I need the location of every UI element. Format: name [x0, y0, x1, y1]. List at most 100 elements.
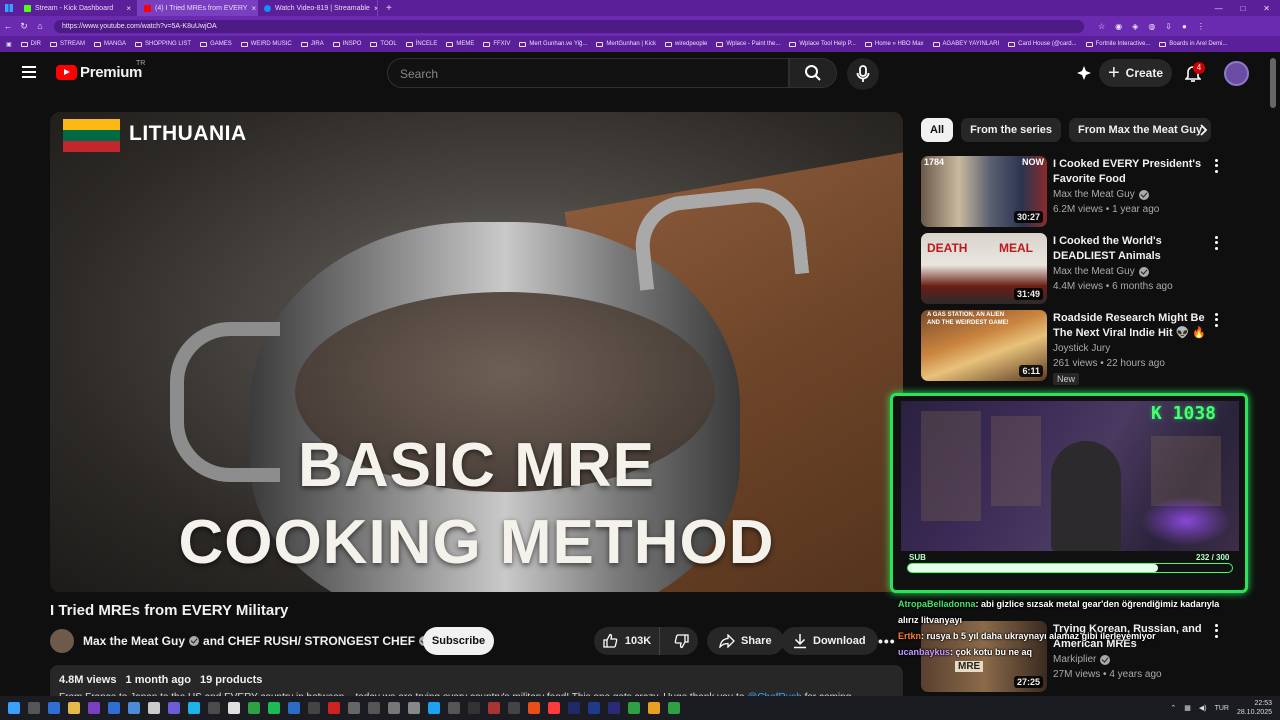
- close-window-button[interactable]: ✕: [1263, 4, 1270, 13]
- collab-channel-name[interactable]: and CHEF RUSH/ STRONGEST CHEF: [203, 634, 415, 648]
- dislike-button[interactable]: [666, 627, 698, 655]
- channel-name[interactable]: Max the Meat Guy: [83, 634, 185, 648]
- extension-icon[interactable]: ◈: [1132, 22, 1138, 31]
- reload-button[interactable]: ↻: [16, 21, 32, 32]
- back-button[interactable]: ←: [0, 21, 16, 31]
- more-vert-icon[interactable]: [1211, 158, 1221, 174]
- tab-youtube[interactable]: (4) I Tried MREs from EVERY ×: [138, 0, 258, 16]
- bookmark-item[interactable]: wiredpeople: [664, 41, 707, 47]
- video-title[interactable]: I Cooked EVERY President's Favorite Food: [1053, 157, 1213, 187]
- bookmark-item[interactable]: İNCELE: [405, 41, 437, 47]
- app-icon[interactable]: [108, 702, 120, 714]
- windows-menu-icon[interactable]: [0, 0, 18, 16]
- video-thumbnail[interactable]: A GAS STATION, AN ALIEN AND THE WEIRDEST…: [921, 310, 1047, 381]
- youtube-premium-logo[interactable]: Premium TR: [56, 60, 145, 81]
- task-view-icon[interactable]: [28, 702, 40, 714]
- bookmark-item[interactable]: Card House (@card...: [1008, 41, 1077, 47]
- file-explorer-icon[interactable]: [68, 702, 80, 714]
- url-input[interactable]: https://www.youtube.com/watch?v=5A-K8uUw…: [54, 19, 1084, 33]
- app-icon[interactable]: [308, 702, 320, 714]
- video-channel[interactable]: Max the Meat Guy: [1053, 266, 1149, 277]
- bookmark-item[interactable]: Boards in Arel Demi...: [1159, 41, 1227, 47]
- more-actions-icon[interactable]: •••: [878, 633, 896, 649]
- video-player[interactable]: LITHUANIA BASIC MRE COOKING METHOD: [50, 112, 903, 592]
- voice-search-button[interactable]: [847, 58, 879, 90]
- adobe-after-effects-icon[interactable]: [568, 702, 580, 714]
- video-title[interactable]: I Cooked the World's DEADLIEST Animals: [1053, 234, 1213, 264]
- video-title[interactable]: Roadside Research Might Be The Next Vira…: [1053, 311, 1213, 341]
- steam-icon[interactable]: [288, 702, 300, 714]
- account-avatar[interactable]: [1224, 61, 1249, 86]
- minimize-button[interactable]: —: [1214, 4, 1222, 13]
- app-icon[interactable]: [408, 702, 420, 714]
- page-scrollbar[interactable]: [1270, 58, 1276, 108]
- app-icon[interactable]: [548, 702, 560, 714]
- app-icon[interactable]: [208, 702, 220, 714]
- home-button[interactable]: ⌂: [32, 21, 48, 31]
- app-icon[interactable]: [448, 702, 460, 714]
- app-icon[interactable]: [428, 702, 440, 714]
- video-channel[interactable]: Max the Meat Guy: [1053, 189, 1149, 200]
- network-icon[interactable]: ▦: [1184, 704, 1191, 712]
- ai-sparkle-icon[interactable]: [1073, 62, 1095, 84]
- recommended-video[interactable]: 1784 NOW 30:27 I Cooked EVERY President'…: [921, 156, 1231, 228]
- adobe-premiere-icon[interactable]: [608, 702, 620, 714]
- bookmark-item[interactable]: AGABEY YAYINLARI: [932, 41, 999, 47]
- more-vert-icon[interactable]: [1211, 235, 1221, 251]
- bookmark-item[interactable]: JIRA: [300, 41, 324, 47]
- browser-icon[interactable]: [188, 702, 200, 714]
- chip-all[interactable]: All: [921, 118, 954, 142]
- app-icon[interactable]: [488, 702, 500, 714]
- tab-kick-dashboard[interactable]: Stream - Kick Dashboard ×: [18, 0, 138, 16]
- bookmark-item[interactable]: MANGA: [94, 41, 126, 47]
- bookmark-item[interactable]: SHOPPING LIST: [135, 41, 191, 47]
- chevron-up-icon[interactable]: ⌃: [1170, 704, 1176, 712]
- bookmark-item[interactable]: Wplace Tool Help P...: [789, 41, 856, 47]
- windows-start-icon[interactable]: [8, 702, 20, 714]
- bookmark-item[interactable]: MEME: [446, 41, 474, 47]
- channel-avatar[interactable]: [50, 629, 74, 653]
- app-icon[interactable]: [508, 702, 520, 714]
- products-count[interactable]: 19 products: [200, 674, 262, 686]
- app-icon[interactable]: [148, 702, 160, 714]
- bookmark-item[interactable]: WEIRD MUSIC: [240, 41, 292, 47]
- maximize-button[interactable]: □: [1240, 4, 1245, 13]
- extension-icon[interactable]: ◍: [1148, 22, 1155, 31]
- create-button[interactable]: + Create: [1099, 59, 1172, 87]
- widgets-icon[interactable]: [48, 702, 60, 714]
- tab-streamable[interactable]: Watch Video-819 | Streamable ×: [258, 0, 378, 16]
- app-icon[interactable]: [468, 702, 480, 714]
- bookmark-item[interactable]: Fortnite Interactive...: [1085, 41, 1150, 47]
- bookmark-item[interactable]: DIR: [20, 41, 41, 47]
- bookmark-item[interactable]: Wplace - Paint the...: [716, 41, 780, 47]
- bookmark-item[interactable]: GAMES: [200, 41, 232, 47]
- hamburger-menu-icon[interactable]: [22, 66, 36, 78]
- download-button[interactable]: Download: [781, 627, 878, 655]
- video-thumbnail[interactable]: DEATH MEAL 31:49: [921, 233, 1047, 304]
- app-icon[interactable]: [228, 702, 240, 714]
- app-icon[interactable]: [648, 702, 660, 714]
- new-tab-button[interactable]: +: [378, 3, 400, 14]
- app-icon[interactable]: [668, 702, 680, 714]
- spotify-icon[interactable]: [268, 702, 280, 714]
- chevron-right-icon[interactable]: [1195, 120, 1213, 140]
- video-channel[interactable]: Joystick Jury: [1053, 343, 1110, 354]
- language-indicator[interactable]: TUR: [1215, 705, 1229, 712]
- chip-from-channel[interactable]: From Max the Meat Guy: [1068, 118, 1212, 142]
- volume-icon[interactable]: ◀): [1199, 704, 1207, 712]
- bookmark-item[interactable]: STREAM: [50, 41, 85, 47]
- app-icon[interactable]: [88, 702, 100, 714]
- video-thumbnail[interactable]: 1784 NOW 30:27: [921, 156, 1047, 227]
- apps-icon[interactable]: ▣: [6, 41, 12, 48]
- bookmark-star-icon[interactable]: ☆: [1098, 22, 1105, 31]
- recommended-video[interactable]: A GAS STATION, AN ALIEN AND THE WEIRDEST…: [921, 310, 1231, 385]
- app-icon[interactable]: [328, 702, 340, 714]
- bookmark-item[interactable]: Home » HBO Max: [864, 41, 924, 47]
- bookmark-item[interactable]: Mert Gunhan.ve Yiğ...: [519, 41, 587, 47]
- close-icon[interactable]: ×: [126, 4, 131, 13]
- subscribe-button[interactable]: Subscribe: [423, 627, 494, 655]
- app-icon[interactable]: [628, 702, 640, 714]
- search-button[interactable]: [789, 58, 837, 88]
- download-icon[interactable]: ⇩: [1165, 22, 1172, 31]
- chip-from-series[interactable]: From the series: [961, 118, 1061, 142]
